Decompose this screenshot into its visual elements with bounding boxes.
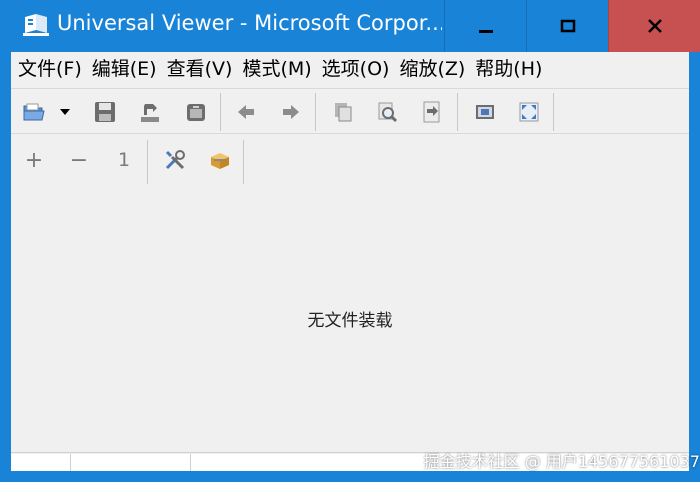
menu-file[interactable]: 文件(F) (14, 52, 88, 87)
zoom-out-button[interactable]: − (64, 145, 94, 175)
close-icon (647, 19, 662, 33)
maximize-button[interactable] (526, 0, 608, 52)
viewer-area[interactable]: 无文件装载 (11, 184, 689, 452)
forward-icon (283, 105, 299, 119)
zoom-in-button[interactable]: + (19, 145, 49, 175)
menu-zoom[interactable]: 缩放(Z) (395, 52, 471, 87)
window-title: Universal Viewer - Microsoft Corpor... (57, 11, 442, 35)
menu-bar: 文件(F) 编辑(E) 查看(V) 模式(M) 选项(O) 缩放(Z) 帮助(H… (11, 52, 689, 87)
app-window: Universal Viewer - Microsoft Corpor... 文… (0, 0, 700, 482)
zoom-original-icon: 1 (117, 149, 131, 171)
copy-icon (335, 103, 352, 122)
fullscreen-button[interactable] (514, 97, 544, 127)
find-icon (378, 102, 398, 123)
app-icon (22, 14, 50, 36)
back-button[interactable] (231, 97, 261, 127)
open-button[interactable] (19, 97, 49, 127)
status-pane-1 (11, 454, 71, 471)
menu-view[interactable]: 查看(V) (163, 52, 239, 87)
print-icon (187, 104, 205, 121)
maximize-icon (560, 19, 575, 33)
watermark-text: 掘金技术社区 @ 用户145677561037 (423, 452, 700, 471)
export-icon (423, 101, 440, 123)
save-button[interactable] (90, 97, 120, 127)
open-icon (23, 103, 45, 121)
zoom-original-button[interactable]: 1 (109, 145, 139, 175)
settings-tools-button[interactable] (160, 145, 190, 175)
zoom-out-icon: − (69, 147, 89, 173)
copy-button[interactable] (328, 97, 358, 127)
toolbar-separator (457, 93, 458, 131)
minimize-icon (478, 30, 493, 33)
main-toolbar (11, 88, 689, 134)
title-bar[interactable]: Universal Viewer - Microsoft Corpor... (0, 0, 700, 52)
fit-window-button[interactable] (470, 97, 500, 127)
print-button[interactable] (181, 97, 211, 127)
toolbar-separator (315, 93, 316, 131)
save-icon (95, 102, 115, 122)
forward-button[interactable] (276, 97, 306, 127)
open-dropdown-button[interactable] (55, 97, 75, 127)
reload-button[interactable] (135, 97, 165, 127)
back-icon (238, 105, 254, 119)
client-area: 文件(F) 编辑(E) 查看(V) 模式(M) 选项(O) 缩放(Z) 帮助(H… (11, 52, 689, 471)
menu-edit[interactable]: 编辑(E) (88, 52, 163, 87)
empty-message: 无文件装载 (307, 311, 393, 331)
plugin-box-button[interactable] (205, 145, 235, 175)
find-button[interactable] (373, 97, 403, 127)
menu-options[interactable]: 选项(O) (318, 52, 396, 87)
close-button[interactable] (608, 0, 700, 52)
fullscreen-icon (519, 102, 539, 122)
reload-icon (141, 104, 159, 122)
dropdown-arrow-icon (60, 109, 70, 115)
menu-mode[interactable]: 模式(M) (238, 52, 317, 87)
menu-help[interactable]: 帮助(H) (471, 52, 548, 87)
settings-tools-icon (165, 150, 185, 170)
fit-window-icon (476, 105, 494, 119)
toolbar-separator (553, 93, 554, 131)
export-button[interactable] (417, 97, 447, 127)
zoom-in-icon: + (24, 147, 44, 173)
plugin-box-icon (211, 153, 229, 169)
toolbar-separator (220, 93, 221, 131)
minimize-button[interactable] (444, 0, 526, 52)
status-pane-2 (71, 454, 191, 471)
toolbar-separator (147, 140, 148, 184)
toolbar-separator (243, 140, 244, 184)
zoom-toolbar: + − 1 (11, 136, 689, 184)
